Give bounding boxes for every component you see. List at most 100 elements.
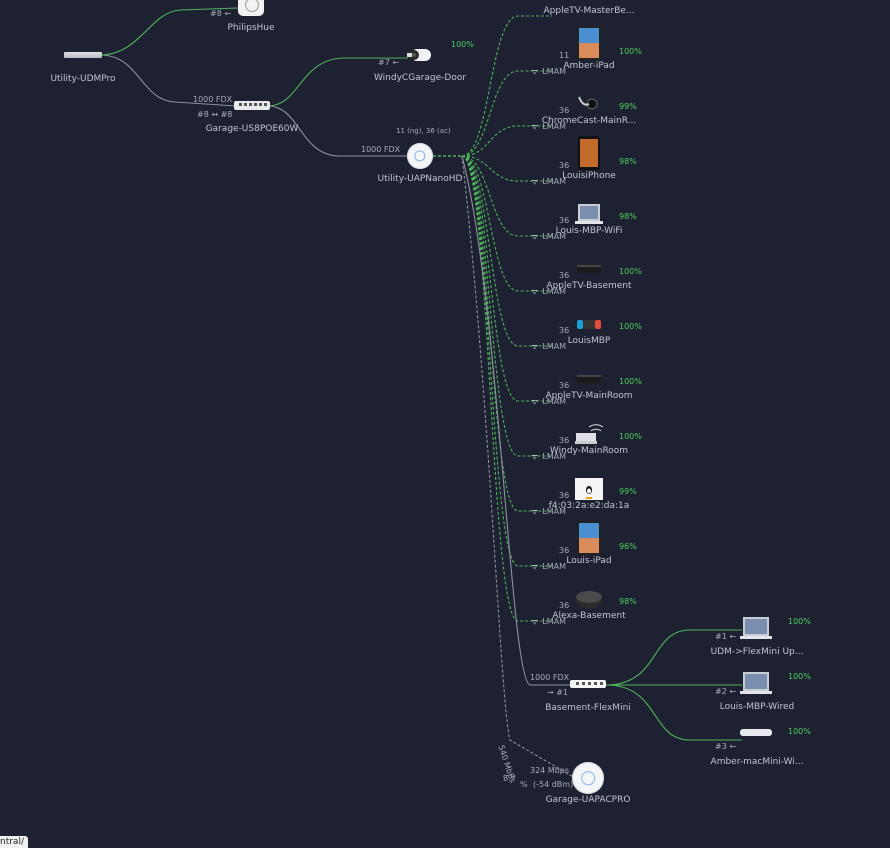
client-channel: 36 [559,216,570,225]
switch-console-icon [577,320,601,329]
ap-speed: 1000 FDX [361,145,401,154]
mesh-signal: (-54 dBm) [533,780,574,789]
client-channel: 11 [559,51,570,60]
client-signal-pct: 100% [619,432,642,441]
client-name: Louis-iPad [566,556,612,566]
client-name: LouisMBP [567,336,611,346]
appletv-icon [577,375,601,383]
client-mode: ᯤ LMAM [531,176,566,187]
linux-icon [575,478,603,500]
wifi-icon: ᯤ [531,287,539,296]
wired-client-name: Louis-MBP-Wired [719,702,795,712]
client-signal-pct: 100% [619,47,642,56]
switch-label: Garage-US8POE60W [205,124,299,134]
client-mode: ᯤ LMAM [531,286,566,297]
client-channel: 36 [559,491,570,500]
iphone-icon [578,136,600,170]
bridge-icon [238,0,264,16]
appletv-icon [577,265,601,273]
wireless-client-node[interactable] [574,136,604,170]
hue-label: PhilipsHue [227,23,275,33]
flexmini-node[interactable] [570,680,606,689]
wifi-laptop-icon [575,424,603,444]
client-mode-text: LMAM [542,507,567,516]
mac-mini-icon [740,729,772,736]
client-name: Amber-iPad [563,61,615,71]
status-url-fragment: ntral/ [0,836,28,848]
wired-client-name: Amber-macMini-Wi... [710,757,804,767]
client-mode-text: LMAM [542,177,567,186]
wired-client-pct: 100% [788,672,811,681]
client-mode-text: LMAM [542,122,567,131]
wifi-icon: ᯤ [531,122,539,131]
client-mode-text: LMAM [542,342,567,351]
wireless-client-node[interactable] [574,0,604,5]
client-signal-pct: 96% [619,542,637,551]
client-mode-text: LMAM [542,287,567,296]
camera-label: WindyCGarage-Door [373,73,467,83]
wireless-client-node[interactable] [574,411,604,445]
client-mode-text: LMAM [542,617,567,626]
access-point-icon[interactable] [572,762,604,794]
flexmini-speed: 1000 FDX [530,673,570,682]
wired-client-pct: 100% [788,727,811,736]
mesh-pct-prefix: % [520,780,528,789]
client-mode-text: LMAM [542,452,567,461]
wireless-client-node[interactable] [574,191,604,225]
wireless-client-node[interactable] [574,246,604,280]
wireless-client-node[interactable] [574,81,604,115]
switch-ports: #8 ↔ #8 [197,110,233,119]
wireless-client-node[interactable] [574,521,604,555]
ap-label: Utility-UAPNanoHD [377,174,463,184]
wifi-icon: ᯤ [531,562,539,571]
wired-client-port: #1 ← [715,632,737,641]
client-signal-pct: 100% [619,377,642,386]
laptop-icon [740,617,772,639]
udm-pro-node[interactable] [64,51,102,59]
wifi-icon: ᯤ [531,617,539,626]
wifi-icon: ᯤ [531,177,539,186]
wireless-client-node[interactable] [574,301,604,335]
wifi-icon: ᯤ [531,452,539,461]
camera-pct: 100% [451,40,474,49]
ap-channels: 11 (ng), 36 (ac) [396,127,451,135]
udm-pro-icon [64,52,102,58]
ipad-icon [577,26,601,60]
client-signal-pct: 98% [619,212,637,221]
switch-icon [234,101,270,110]
wired-client-node[interactable] [740,671,774,699]
wireless-client-node[interactable] [574,26,604,60]
client-mode: ᯤ LMAM [531,616,566,627]
wired-client-node[interactable] [740,726,774,754]
hue-port: #8 ← [210,9,232,18]
client-mode: ᯤ LMAM [531,231,566,242]
wired-client-node[interactable] [740,616,774,644]
client-channel: 36 [559,436,570,445]
client-mode-text: LMAM [542,562,567,571]
client-mode-text: LMAM [542,232,567,241]
camera-icon [407,49,431,61]
wifi-icon: ᯤ [531,397,539,406]
client-mode: ᯤ LMAM [531,451,566,462]
wireless-client-node[interactable] [574,356,604,390]
camera-port: #7 ← [378,58,400,67]
switch-speed: 1000 FDX [193,95,233,104]
wired-client-port: #2 ← [715,687,737,696]
client-mode: ᯤ LMAM [531,66,566,77]
access-point-icon[interactable] [407,143,433,169]
garage-switch-node[interactable] [234,101,270,111]
wired-client-name: UDM->FlexMini Up... [710,647,804,657]
appletv-icon [575,0,603,5]
client-mode: ᯤ LMAM [531,341,566,352]
wifi-icon: ᯤ [531,507,539,516]
wifi-icon: ᯤ [531,342,539,351]
camera-node[interactable] [405,46,433,64]
client-name: LouisiPhone [562,171,616,181]
wireless-client-node[interactable] [574,576,604,610]
mesh-label: Garage-UAPACPRO [545,795,631,805]
wireless-client-node[interactable] [574,466,604,500]
client-signal-pct: 100% [619,267,642,276]
client-mode-text: LMAM [542,397,567,406]
philipshue-node[interactable] [238,0,264,16]
client-mode-text: LMAM [542,67,567,76]
